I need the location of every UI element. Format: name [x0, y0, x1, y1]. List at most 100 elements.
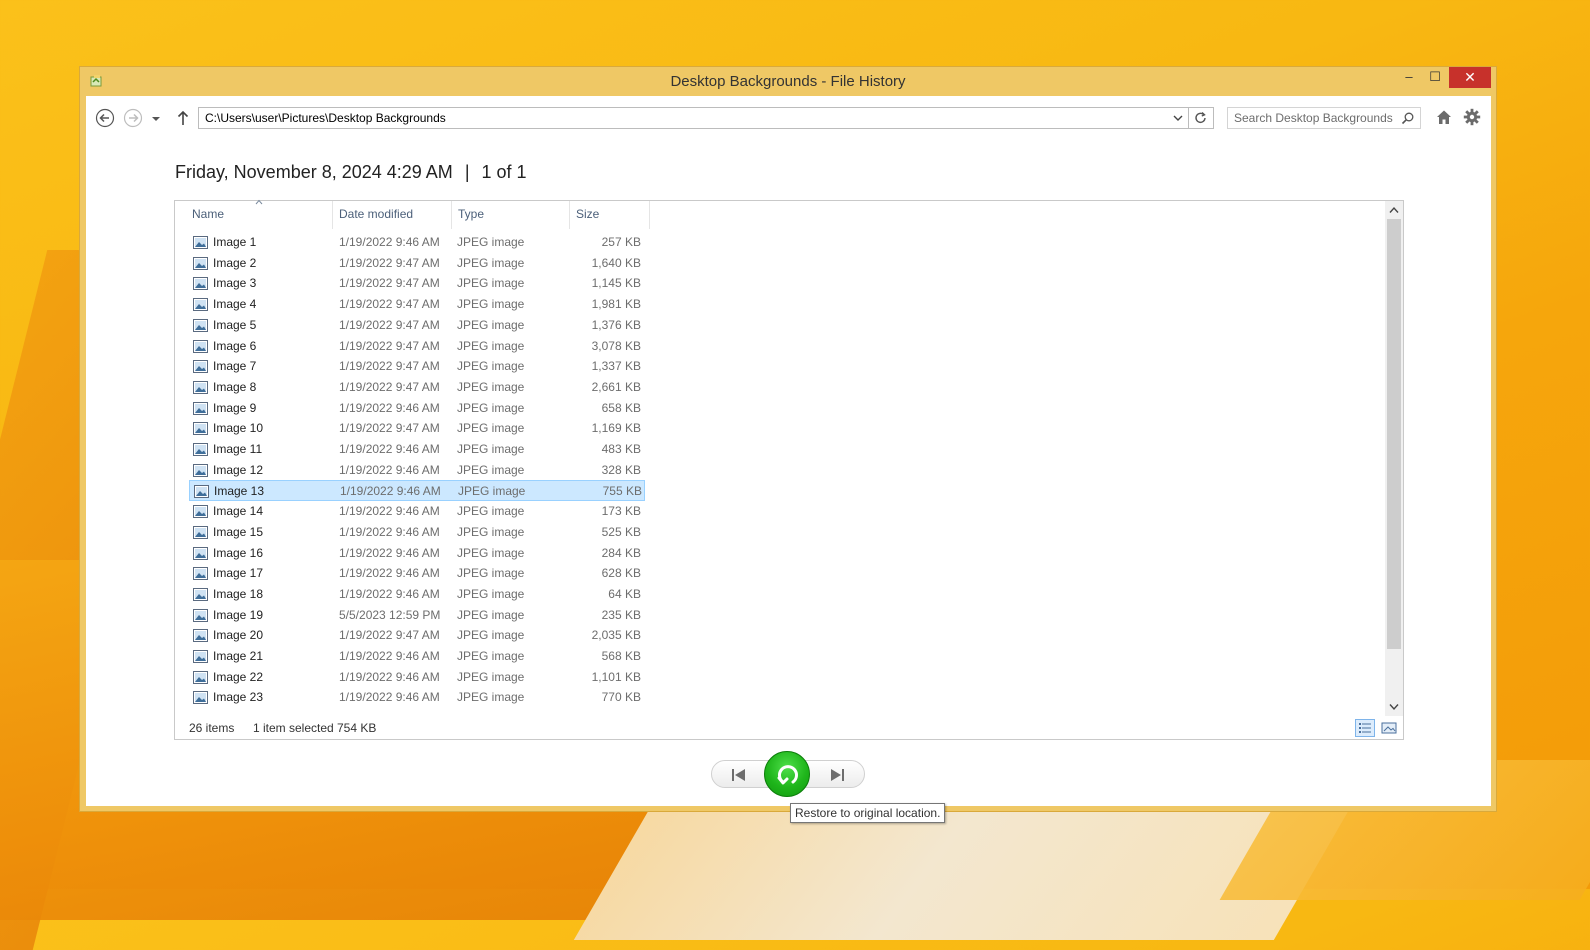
file-size: 568 KB	[601, 649, 641, 663]
file-date-modified: 1/19/2022 9:47 AM	[339, 255, 440, 270]
scroll-down-chevron-icon[interactable]	[1389, 703, 1399, 711]
file-name: Image 14	[213, 504, 264, 519]
file-name: Image 10	[213, 421, 264, 436]
file-date-modified: 1/19/2022 9:46 AM	[339, 235, 440, 249]
file-name: Image 19	[213, 607, 264, 622]
address-path: C:\Users\user\Pictures\Desktop Backgroun…	[205, 111, 446, 125]
scroll-up-chevron-icon[interactable]	[1389, 206, 1399, 214]
file-size: 173 KB	[601, 504, 641, 519]
large-icons-view-button[interactable]	[1379, 719, 1399, 737]
file-name: Image 21	[213, 649, 264, 663]
file-date-modified: 1/19/2022 9:47 AM	[339, 359, 440, 374]
details-view-button[interactable]	[1355, 719, 1375, 737]
search-icon[interactable]	[1401, 112, 1414, 125]
file-date-modified: 1/19/2022 9:46 AM	[339, 400, 440, 415]
file-date-modified: 1/19/2022 9:46 AM	[339, 545, 440, 560]
jpeg-file-icon	[193, 505, 208, 519]
address-history-chevron-down-icon[interactable]	[1172, 112, 1184, 124]
table-row[interactable]: Image 3 1/19/2022 9:47 AM JPEG image 1,145 …	[189, 273, 645, 294]
title-bar[interactable]: Desktop Backgrounds - File History – ☐ ✕	[80, 67, 1496, 96]
table-row[interactable]: Image 4 1/19/2022 9:47 AM JPEG image 1,981 …	[189, 294, 645, 315]
recent-locations-chevron-down-icon[interactable]	[150, 108, 162, 128]
forward-arrow-icon[interactable]	[123, 108, 143, 128]
file-size: 1,376 KB	[591, 317, 641, 332]
file-list: Image 1 1/19/2022 9:46 AM JPEG image 257 KB…	[175, 232, 1385, 716]
table-row[interactable]: Image 11 1/19/2022 9:46 AM JPEG image 483 K…	[189, 439, 645, 460]
details-view-icon	[1359, 723, 1371, 733]
refresh-button[interactable]	[1188, 107, 1214, 129]
previous-version-icon[interactable]	[730, 767, 748, 783]
address-bar[interactable]: C:\Users\user\Pictures\Desktop Backgroun…	[198, 107, 1189, 129]
file-date-modified: 1/19/2022 9:46 AM	[339, 586, 440, 601]
column-header-size[interactable]: Size	[570, 201, 650, 229]
vertical-scrollbar[interactable]	[1385, 201, 1403, 716]
table-row[interactable]: Image 2 1/19/2022 9:47 AM JPEG image 1,640 …	[189, 253, 645, 274]
jpeg-file-icon	[193, 546, 208, 560]
home-icon[interactable]	[1435, 108, 1453, 126]
file-date-modified: 1/19/2022 9:47 AM	[339, 628, 440, 643]
snapshot-header: Friday, November 8, 2024 4:29 AM | 1 of 1	[175, 162, 527, 183]
table-row[interactable]: Image 9 1/19/2022 9:46 AM JPEG image 658 KB	[189, 398, 645, 419]
jpeg-file-icon	[193, 525, 208, 539]
jpeg-file-icon	[193, 380, 208, 394]
close-button[interactable]: ✕	[1449, 67, 1491, 88]
table-row[interactable]: Image 14 1/19/2022 9:46 AM JPEG image 173 K…	[189, 501, 645, 522]
table-row[interactable]: Image 1 1/19/2022 9:46 AM JPEG image 257 KB	[189, 232, 645, 253]
table-row[interactable]: Image 18 1/19/2022 9:46 AM JPEG image 64 KB	[189, 584, 645, 605]
file-name: Image 11	[213, 442, 263, 456]
table-row[interactable]: Image 17 1/19/2022 9:46 AM JPEG image 628 K…	[189, 563, 645, 584]
table-row[interactable]: Image 13 1/19/2022 9:46 AM JPEG image 755 K…	[189, 480, 645, 502]
table-row[interactable]: Image 19 5/5/2023 12:59 PM JPEG image 235 K…	[189, 605, 645, 626]
table-row[interactable]: Image 15 1/19/2022 9:46 AM JPEG image 525 K…	[189, 522, 645, 543]
item-count: 26 items	[189, 721, 235, 735]
scrollbar-thumb[interactable]	[1387, 219, 1401, 649]
file-date-modified: 1/19/2022 9:47 AM	[339, 338, 440, 353]
next-version-icon[interactable]	[828, 767, 846, 783]
selection-size: 754 KB	[337, 721, 377, 735]
back-arrow-icon[interactable]	[95, 108, 115, 128]
file-type: JPEG image	[457, 586, 525, 601]
window-title: Desktop Backgrounds - File History	[670, 73, 906, 90]
file-name: Image 7	[213, 359, 257, 374]
file-name: Image 12	[213, 462, 264, 477]
up-arrow-icon[interactable]	[175, 108, 191, 128]
table-row[interactable]: Image 21 1/19/2022 9:46 AM JPEG image 568 K…	[189, 646, 645, 667]
restore-button[interactable]	[764, 751, 810, 797]
maximize-button[interactable]: ☐	[1422, 67, 1448, 88]
file-name: Image 3	[213, 276, 257, 291]
table-row[interactable]: Image 12 1/19/2022 9:46 AM JPEG image 328 K…	[189, 460, 645, 481]
jpeg-file-icon	[193, 587, 208, 601]
table-row[interactable]: Image 5 1/19/2022 9:47 AM JPEG image 1,376 …	[189, 315, 645, 336]
column-header-label: Name	[192, 207, 225, 221]
file-name: Image 9	[213, 400, 257, 415]
table-row[interactable]: Image 7 1/19/2022 9:47 AM JPEG image 1,337 …	[189, 356, 645, 377]
jpeg-file-icon	[193, 298, 208, 312]
jpeg-file-icon	[193, 236, 208, 249]
minimize-button[interactable]: –	[1396, 67, 1422, 88]
gear-icon[interactable]	[1463, 108, 1481, 126]
navigation-bar: C:\Users\user\Pictures\Desktop Backgroun…	[86, 96, 1491, 140]
jpeg-file-icon	[193, 608, 208, 622]
file-type: JPEG image	[457, 669, 525, 684]
column-header-label: Type	[458, 207, 485, 221]
table-row[interactable]: Image 23 1/19/2022 9:46 AM JPEG image 770 K…	[189, 687, 645, 708]
table-row[interactable]: Image 10 1/19/2022 9:47 AM JPEG image 1,169…	[189, 418, 645, 439]
table-row[interactable]: Image 20 1/19/2022 9:47 AM JPEG image 2,035…	[189, 625, 645, 646]
file-size: 770 KB	[601, 690, 641, 705]
search-input[interactable]: Search Desktop Backgrounds	[1234, 111, 1393, 125]
column-header-type[interactable]: Type	[452, 201, 570, 229]
file-type: JPEG image	[457, 545, 525, 560]
file-date-modified: 1/19/2022 9:46 AM	[339, 442, 440, 456]
table-row[interactable]: Image 22 1/19/2022 9:46 AM JPEG image 1,101…	[189, 667, 645, 688]
file-name: Image 22	[213, 669, 264, 684]
file-type: JPEG image	[457, 338, 525, 353]
search-box[interactable]: Search Desktop Backgrounds	[1227, 107, 1421, 129]
column-header-date-modified[interactable]: Date modified	[333, 201, 452, 229]
table-row[interactable]: Image 16 1/19/2022 9:46 AM JPEG image 284 K…	[189, 543, 645, 564]
file-size: 1,101 KB	[591, 669, 641, 684]
column-header-name[interactable]: Name	[175, 199, 333, 229]
file-size: 525 KB	[601, 524, 641, 539]
table-row[interactable]: Image 8 1/19/2022 9:47 AM JPEG image 2,661 …	[189, 377, 645, 398]
table-row[interactable]: Image 6 1/19/2022 9:47 AM JPEG image 3,078 …	[189, 336, 645, 357]
file-type: JPEG image	[458, 484, 526, 499]
